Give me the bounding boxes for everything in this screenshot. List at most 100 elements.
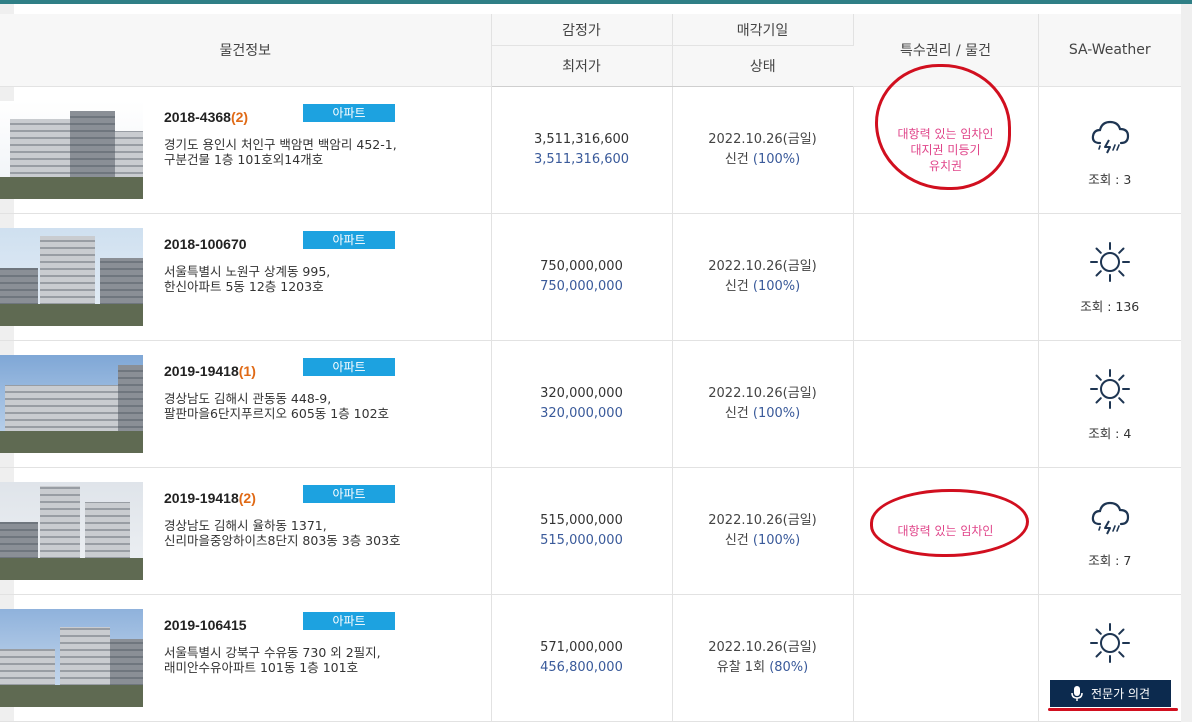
header-weather: SA-Weather bbox=[1038, 14, 1181, 87]
price-cell: 571,000,000 456,800,000 bbox=[491, 594, 673, 722]
sun-icon bbox=[1089, 241, 1130, 282]
property-photo[interactable] bbox=[0, 609, 143, 707]
view-count: 조회 : 136 bbox=[1080, 298, 1140, 314]
property-type-badge: 아파트 bbox=[303, 485, 395, 503]
case-count: (2) bbox=[238, 490, 256, 506]
price-cell: 750,000,000 750,000,000 bbox=[491, 213, 673, 341]
price-cell: 320,000,000 320,000,000 bbox=[491, 340, 673, 468]
address-line-1: 경기도 용인시 처인구 백암면 백암리 452-1, bbox=[164, 137, 397, 152]
property-info-cell: 2019-19418(2) 아파트 경상남도 김해시 율하동 1371, 신리마… bbox=[0, 467, 492, 595]
weather-cell: 조회 : 3 bbox=[1038, 86, 1181, 214]
property-type-badge: 아파트 bbox=[303, 104, 395, 122]
sale-status: 신건 (100%) bbox=[724, 152, 801, 167]
case-number[interactable]: 2018-4368(2) bbox=[164, 109, 248, 125]
appraisal-price: 515,000,000 bbox=[540, 513, 623, 528]
header-status: 상태 bbox=[672, 45, 853, 87]
property-address: 서울특별시 강북구 수유동 730 외 2필지, 래미안수유아파트 101동 1… bbox=[164, 645, 484, 675]
top-accent-line bbox=[0, 0, 1192, 4]
table-row[interactable]: 2019-19418(1) 아파트 경상남도 김해시 관동동 448-9, 팔판… bbox=[0, 340, 1181, 468]
header-appraisal: 감정가 bbox=[491, 14, 673, 46]
price-cell: 515,000,000 515,000,000 bbox=[491, 467, 673, 595]
address-line-1: 서울특별시 강북구 수유동 730 외 2필지, bbox=[164, 645, 381, 660]
weather-cell: 조회 : 7 bbox=[1038, 467, 1181, 595]
sale-date: 2022.10.26(금일) bbox=[708, 259, 817, 274]
address-line-1: 경상남도 김해시 관동동 448-9, bbox=[164, 391, 332, 406]
minimum-price: 750,000,000 bbox=[540, 279, 623, 294]
address-line-1: 서울특별시 노원구 상계동 995, bbox=[164, 264, 331, 279]
property-address: 경상남도 김해시 관동동 448-9, 팔판마을6단지푸르지오 605동 1층 … bbox=[164, 391, 484, 421]
weather-cell: 조회 : 136 bbox=[1038, 213, 1181, 341]
case-number[interactable]: 2019-19418(1) bbox=[164, 363, 256, 379]
table-row[interactable]: 2019-106415 아파트 서울특별시 강북구 수유동 730 외 2필지,… bbox=[0, 594, 1181, 722]
special-rights-cell bbox=[853, 594, 1039, 722]
address-line-2: 팔판마을6단지푸르지오 605동 1층 102호 bbox=[164, 406, 390, 421]
case-number[interactable]: 2019-19418(2) bbox=[164, 490, 256, 506]
property-type-badge: 아파트 bbox=[303, 358, 395, 376]
sale-date-cell: 2022.10.26(금일) 신건 (100%) bbox=[672, 213, 854, 341]
min-price-percent: (100%) bbox=[752, 152, 801, 167]
appraisal-price: 750,000,000 bbox=[540, 259, 623, 274]
property-type-badge: 아파트 bbox=[303, 231, 395, 249]
property-address: 서울특별시 노원구 상계동 995, 한신아파트 5동 12층 1203호 bbox=[164, 264, 484, 294]
appraisal-price: 571,000,000 bbox=[540, 640, 623, 655]
sale-status: 신건 (100%) bbox=[724, 406, 801, 421]
sale-date-cell: 2022.10.26(금일) 신건 (100%) bbox=[672, 467, 854, 595]
sale-date: 2022.10.26(금일) bbox=[708, 640, 817, 655]
view-count: 조회 : 7 bbox=[1088, 552, 1132, 568]
storm-icon bbox=[1091, 120, 1129, 153]
property-info-cell: 2018-100670 아파트 서울특별시 노원구 상계동 995, 한신아파트… bbox=[0, 213, 492, 341]
case-count: (1) bbox=[238, 363, 256, 379]
sale-date-cell: 2022.10.26(금일) 신건 (100%) bbox=[672, 340, 854, 468]
view-count: 조회 : 4 bbox=[1088, 425, 1132, 441]
weather-cell: 조회 : 4 bbox=[1038, 340, 1181, 468]
expert-opinion-button[interactable]: 전문가 의견 bbox=[1050, 680, 1171, 707]
sale-date: 2022.10.26(금일) bbox=[708, 132, 817, 147]
sale-status: 유찰 1회 (80%) bbox=[716, 660, 809, 675]
special-rights-cell bbox=[853, 213, 1039, 341]
property-type-badge: 아파트 bbox=[303, 612, 395, 630]
annotation-underline bbox=[1048, 708, 1178, 711]
property-photo[interactable] bbox=[0, 101, 143, 199]
sale-status: 신건 (100%) bbox=[724, 533, 801, 548]
min-price-percent: (100%) bbox=[752, 533, 801, 548]
property-photo[interactable] bbox=[0, 482, 143, 580]
case-count: (2) bbox=[230, 109, 249, 125]
expert-opinion-label: 전문가 의견 bbox=[1090, 687, 1150, 701]
sale-status: 신건 (100%) bbox=[724, 279, 801, 294]
special-rights-cell bbox=[853, 340, 1039, 468]
min-price-percent: (100%) bbox=[752, 279, 801, 294]
price-cell: 3,511,316,600 3,511,316,600 bbox=[491, 86, 673, 214]
minimum-price: 3,511,316,600 bbox=[533, 152, 630, 167]
sun-icon bbox=[1089, 622, 1130, 663]
sale-date-cell: 2022.10.26(금일) 신건 (100%) bbox=[672, 86, 854, 214]
property-photo[interactable] bbox=[0, 355, 143, 453]
case-number[interactable]: 2019-106415 bbox=[164, 617, 247, 633]
address-line-2: 래미안수유아파트 101동 1층 101호 bbox=[164, 660, 359, 675]
address-line-1: 경상남도 김해시 율하동 1371, bbox=[164, 518, 327, 533]
header-min-price: 최저가 bbox=[491, 45, 673, 87]
address-line-2: 신리마을중앙하이츠8단지 803동 3층 303호 bbox=[164, 533, 401, 548]
property-address: 경기도 용인시 처인구 백암면 백암리 452-1, 구분건물 1층 101호외… bbox=[164, 137, 484, 167]
view-count: 조회 : 3 bbox=[1088, 171, 1132, 187]
minimum-price: 456,800,000 bbox=[540, 660, 623, 675]
address-line-2: 한신아파트 5동 12층 1203호 bbox=[164, 279, 324, 294]
property-info-cell: 2019-19418(1) 아파트 경상남도 김해시 관동동 448-9, 팔판… bbox=[0, 340, 492, 468]
storm-icon bbox=[1091, 501, 1129, 534]
property-address: 경상남도 김해시 율하동 1371, 신리마을중앙하이츠8단지 803동 3층 … bbox=[164, 518, 484, 548]
table-row[interactable]: 2018-100670 아파트 서울특별시 노원구 상계동 995, 한신아파트… bbox=[0, 213, 1181, 341]
property-info-cell: 2018-4368(2) 아파트 경기도 용인시 처인구 백암면 백암리 452… bbox=[0, 86, 492, 214]
case-number[interactable]: 2018-100670 bbox=[164, 236, 247, 252]
min-price-percent: (100%) bbox=[752, 406, 801, 421]
minimum-price: 515,000,000 bbox=[540, 533, 623, 548]
address-line-2: 구분건물 1층 101호외14개호 bbox=[164, 152, 324, 167]
min-price-percent: (80%) bbox=[769, 660, 809, 675]
sale-date-cell: 2022.10.26(금일) 유찰 1회 (80%) bbox=[672, 594, 854, 722]
header-info: 물건정보 bbox=[0, 14, 492, 87]
minimum-price: 320,000,000 bbox=[540, 406, 623, 421]
microphone-icon bbox=[1071, 685, 1083, 701]
property-info-cell: 2019-106415 아파트 서울특별시 강북구 수유동 730 외 2필지,… bbox=[0, 594, 492, 722]
property-photo[interactable] bbox=[0, 228, 143, 326]
sale-date: 2022.10.26(금일) bbox=[708, 386, 817, 401]
right-margin bbox=[1181, 4, 1192, 722]
sun-icon bbox=[1089, 368, 1130, 409]
